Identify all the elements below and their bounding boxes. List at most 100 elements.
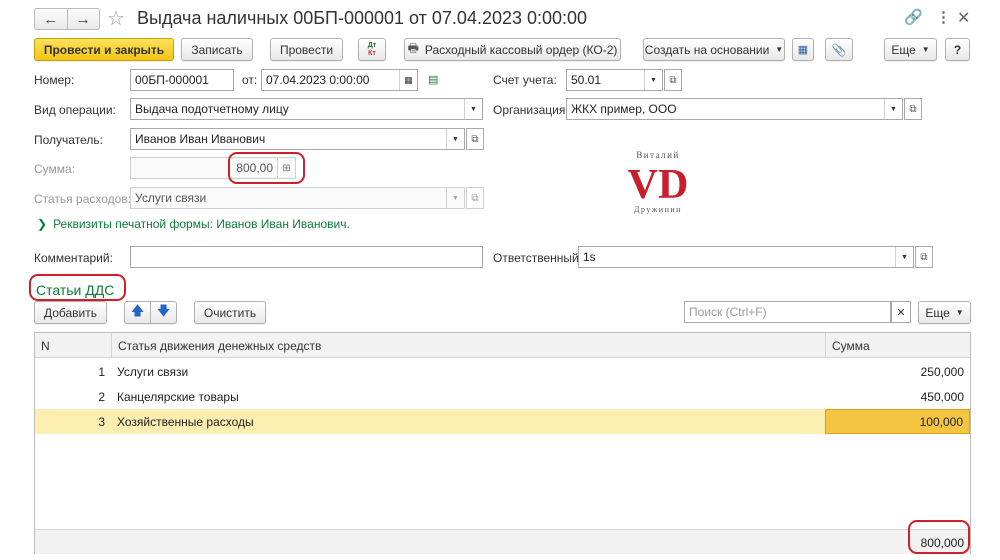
arrow-down-icon[interactable]: 🡇: [151, 302, 176, 324]
dds-table[interactable]: N Статья движения денежных средств Сумма…: [34, 332, 971, 554]
table-header: N Статья движения денежных средств Сумма: [35, 333, 970, 358]
sum-label: Сумма:: [34, 162, 76, 176]
create-based-on-label: Создать на основании: [644, 42, 770, 57]
column-sum[interactable]: Сумма: [825, 333, 970, 358]
responsible-field[interactable]: 1s ▼: [578, 246, 914, 268]
structure-icon[interactable]: ▦: [792, 38, 814, 61]
organization-label: Организация:: [493, 103, 569, 117]
row-sum: 250,000: [920, 364, 964, 379]
account-value: 50.01: [571, 73, 602, 87]
expense-value: Услуги связи: [135, 191, 207, 205]
clear-button[interactable]: Очистить: [194, 301, 266, 324]
calendar-icon[interactable]: ▦: [399, 70, 417, 90]
link-icon[interactable]: 🔗: [904, 8, 923, 26]
date-label: от:: [242, 73, 258, 87]
open-recipient-icon[interactable]: ⧉: [466, 128, 484, 150]
row-sum-editing[interactable]: 100,000: [825, 409, 970, 434]
row-item: Услуги связи: [117, 364, 189, 379]
search-input[interactable]: Поиск (Ctrl+F): [684, 301, 891, 323]
paperclip-icon[interactable]: 📎: [825, 38, 853, 61]
logo-bottom-text: Дружинин: [634, 205, 682, 214]
responsible-label: Ответственный:: [493, 251, 583, 265]
recipient-label: Получатель:: [34, 133, 103, 147]
star-icon[interactable]: ☆: [107, 6, 125, 31]
page-title: Выдача наличных 00БП-000001 от 07.04.202…: [137, 8, 588, 28]
account-field[interactable]: 50.01 ▼: [566, 69, 663, 91]
date-field[interactable]: 07.04.2023 0:00:00 ▦: [261, 69, 418, 91]
print-cash-order-button[interactable]: 🖶 Расходный кассовый ордер (КО-2): [404, 38, 621, 61]
post-button[interactable]: Провести: [270, 38, 343, 61]
logo-top-text: Виталий: [636, 150, 680, 160]
row-item: Хозяйственные расходы: [117, 414, 254, 429]
post-and-close-button[interactable]: Провести и закрыть: [34, 38, 174, 61]
close-icon[interactable]: ✕: [957, 8, 970, 28]
arrow-left-icon[interactable]: ←: [35, 9, 67, 29]
logo-mark: VD: [628, 162, 689, 208]
printer-icon: 🖶: [407, 41, 419, 55]
chevron-down-icon: ▼: [921, 45, 930, 54]
expense-field[interactable]: Услуги связи ▼: [130, 187, 465, 209]
vd-logo-graphic: Виталий VD Дружинин: [628, 150, 689, 214]
more-button[interactable]: Еще ▼: [884, 38, 937, 61]
operation-select[interactable]: Выдача подотчетному лицу ▼: [130, 98, 483, 120]
row-number: 1: [98, 364, 105, 379]
operation-label: Вид операции:: [34, 103, 116, 117]
column-item[interactable]: Статья движения денежных средств: [111, 333, 825, 358]
responsible-value: 1s: [583, 250, 596, 264]
open-organization-icon[interactable]: ⧉: [904, 98, 922, 120]
chevron-down-icon[interactable]: ▼: [884, 99, 902, 119]
open-responsible-icon[interactable]: ⧉: [915, 246, 933, 268]
number-value: 00БП-000001: [135, 73, 209, 87]
dt-kt-button[interactable]: Дт Кт: [358, 38, 386, 61]
create-based-on-button[interactable]: Создать на основании ▼: [643, 38, 785, 61]
arrow-up-icon[interactable]: 🡅: [125, 301, 151, 324]
column-n[interactable]: N: [35, 333, 111, 358]
save-button[interactable]: Записать: [181, 38, 253, 61]
recipient-value: Иванов Иван Иванович: [135, 132, 266, 146]
table-row[interactable]: 2 Канцелярские товары 450,000: [35, 384, 970, 409]
arrow-right-icon[interactable]: →: [66, 9, 100, 29]
table-row-selected[interactable]: 3 Хозяйственные расходы 100,000: [35, 409, 970, 434]
chevron-down-icon: ▼: [955, 308, 964, 317]
print-cash-order-label: Расходный кассовый ордер (КО-2): [424, 42, 618, 57]
more-vertical-icon[interactable]: ⋮: [936, 8, 951, 26]
number-field[interactable]: 00БП-000001: [130, 69, 234, 91]
date-value: 07.04.2023 0:00:00: [266, 73, 370, 87]
add-button[interactable]: Добавить: [34, 301, 107, 324]
row-number: 2: [98, 389, 105, 404]
row-item: Канцелярские товары: [117, 389, 239, 404]
help-button[interactable]: ?: [945, 38, 970, 61]
window-titlebar: ← → ☆ Выдача наличных 00БП-000001 от 07.…: [0, 0, 1000, 36]
register-icon[interactable]: ▤: [428, 73, 442, 86]
print-details-text: Реквизиты печатной формы: Иванов Иван Ив…: [53, 217, 350, 231]
navigation-group: ← →: [34, 8, 100, 30]
chevron-down-icon: ▼: [775, 45, 784, 54]
chevron-down-icon[interactable]: ▼: [446, 129, 464, 149]
organization-value: ЖКХ пример, ООО: [571, 102, 677, 116]
kt-label: Кт: [368, 49, 376, 57]
move-buttons-group: 🡅 🡇: [124, 301, 177, 324]
clear-search-icon[interactable]: ✕: [891, 301, 911, 323]
vd-logo: Виталий VD Дружинин: [618, 148, 698, 218]
print-details-link[interactable]: ❯ Реквизиты печатной формы: Иванов Иван И…: [37, 217, 350, 231]
total-highlight: [908, 520, 970, 554]
chevron-right-icon: ❯: [37, 217, 48, 231]
comment-field[interactable]: [130, 246, 483, 268]
open-account-icon[interactable]: ⧉: [664, 69, 682, 91]
chevron-down-icon[interactable]: ▼: [464, 99, 482, 119]
number-label: Номер:: [34, 73, 75, 87]
table-more-label: Еще: [925, 305, 950, 320]
expense-label: Статья расходов:: [34, 192, 132, 206]
chevron-down-icon[interactable]: ▼: [895, 247, 913, 267]
chevron-down-icon[interactable]: ▼: [644, 70, 662, 90]
organization-field[interactable]: ЖКХ пример, ООО ▼: [566, 98, 903, 120]
chevron-down-icon[interactable]: ▼: [446, 188, 464, 208]
recipient-field[interactable]: Иванов Иван Иванович ▼: [130, 128, 465, 150]
dt-label: Дт: [367, 41, 377, 49]
search-placeholder: Поиск (Ctrl+F): [689, 305, 767, 319]
table-row[interactable]: 1 Услуги связи 250,000: [35, 359, 970, 384]
open-expense-icon[interactable]: ⧉: [466, 187, 484, 209]
operation-value: Выдача подотчетному лицу: [135, 102, 289, 116]
table-more-button[interactable]: Еще ▼: [918, 301, 971, 324]
account-label: Счет учета:: [493, 73, 557, 87]
